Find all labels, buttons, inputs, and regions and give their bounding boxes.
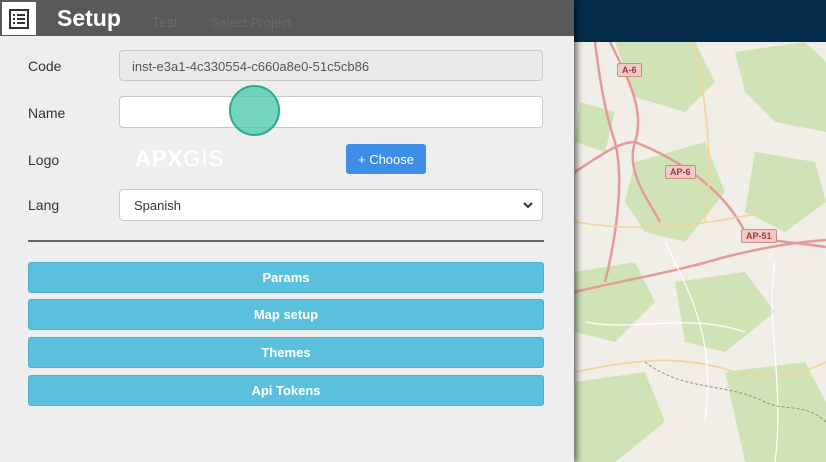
logo-image: APXGIS — [135, 146, 224, 172]
list-icon — [9, 8, 29, 29]
setup-panel: Test Select Project Setup Code inst-e3a1… — [0, 0, 574, 462]
road-label-ap51: AP-51 — [741, 229, 777, 243]
nav-item-test[interactable]: Test — [152, 14, 178, 30]
lang-label: Lang — [28, 197, 60, 213]
api-tokens-button[interactable]: Api Tokens — [28, 375, 544, 406]
map-setup-button[interactable]: Map setup — [28, 299, 544, 330]
code-label: Code — [28, 58, 62, 74]
divider — [28, 240, 544, 242]
code-value: inst-e3a1-4c330554-c660a8e0-51c5cb86 — [132, 59, 370, 74]
chevron-down-icon — [523, 202, 533, 209]
logo-text-gis: GIS — [183, 146, 225, 171]
themes-button[interactable]: Themes — [28, 337, 544, 368]
lang-select[interactable]: Spanish — [119, 189, 543, 221]
params-button[interactable]: Params — [28, 262, 544, 293]
name-label: Name — [28, 105, 66, 121]
road-label-ap6: AP-6 — [665, 165, 696, 179]
panel-header: Test Select Project Setup — [0, 0, 574, 36]
page-title: Setup — [57, 5, 121, 31]
touch-indicator — [229, 85, 280, 136]
lang-value: Spanish — [134, 198, 181, 213]
name-field[interactable] — [120, 97, 542, 127]
menu-button[interactable] — [2, 2, 36, 35]
road-label-a6: A-6 — [617, 63, 642, 77]
map-canvas — [575, 42, 826, 462]
nav-item-select-project[interactable]: Select Project — [211, 15, 291, 30]
code-field[interactable]: inst-e3a1-4c330554-c660a8e0-51c5cb86 — [119, 50, 543, 81]
map-view[interactable]: A-6 AP-6 AP-51 — [575, 42, 826, 462]
logo-text-apx: APX — [135, 146, 184, 171]
logo-label: Logo — [28, 152, 60, 168]
choose-logo-button[interactable]: + Choose — [346, 144, 426, 174]
name-field-wrapper — [119, 96, 543, 128]
